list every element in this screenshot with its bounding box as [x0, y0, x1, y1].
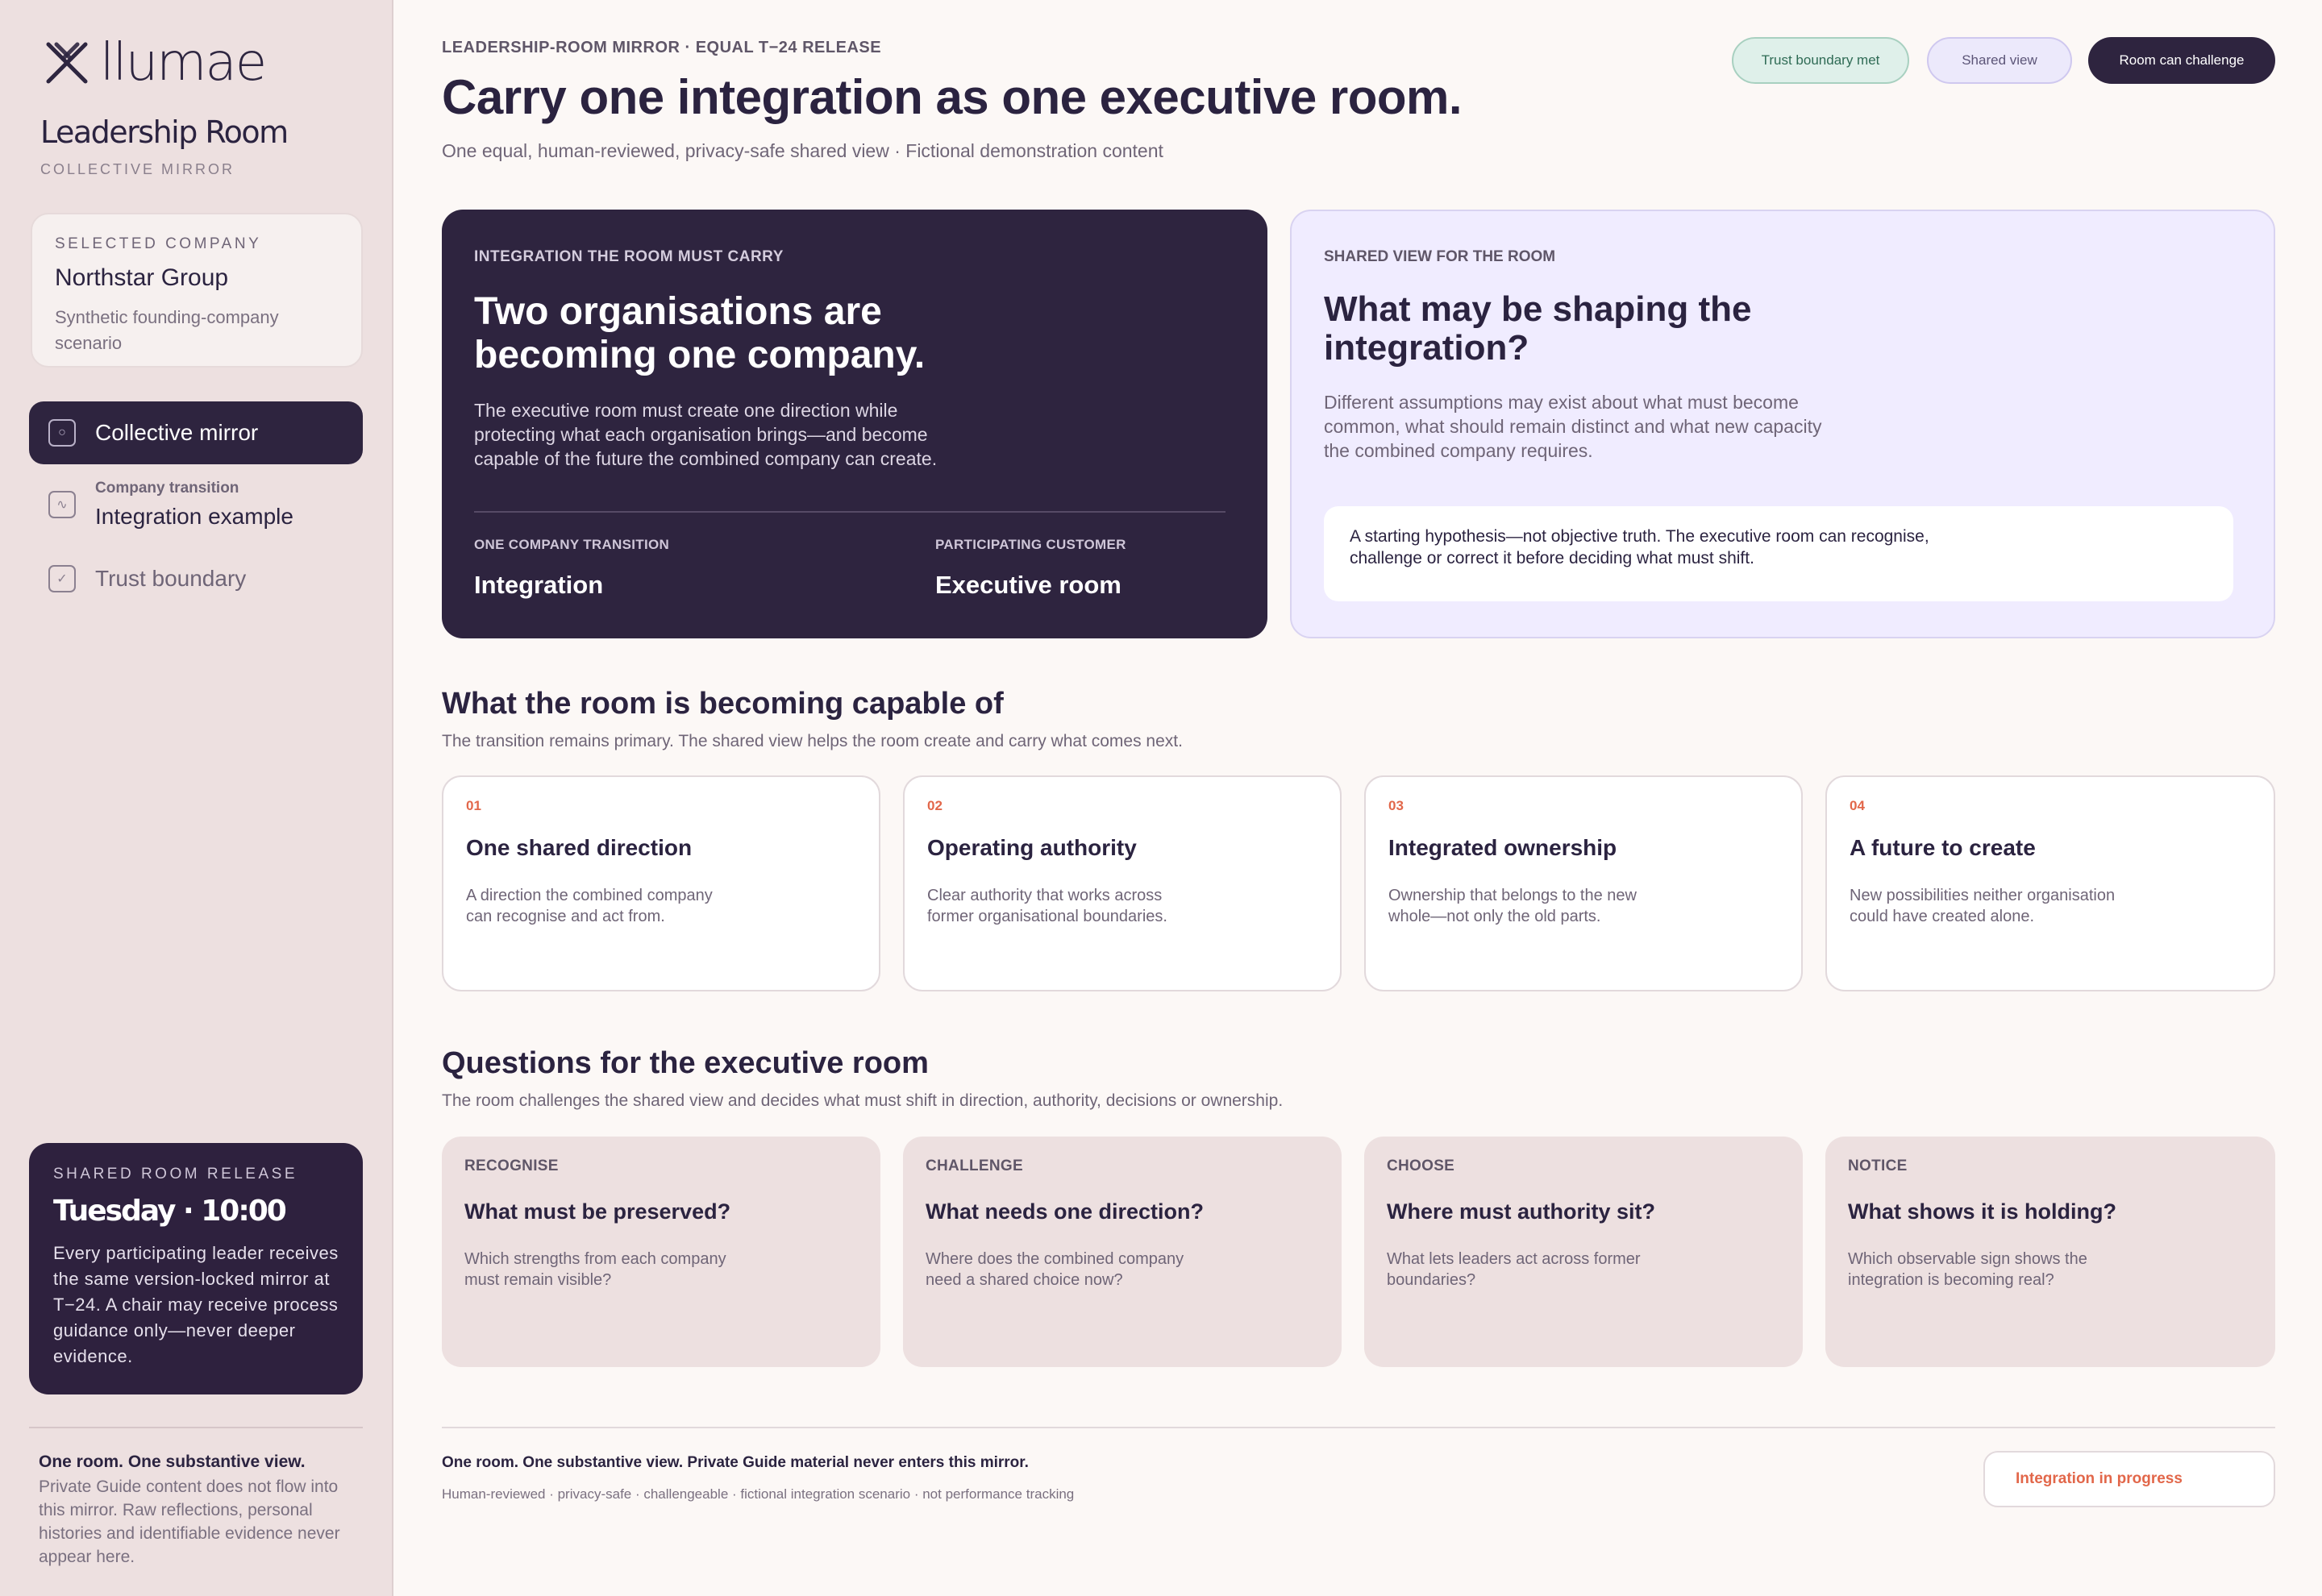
release-card: SHARED ROOM RELEASE Tuesday · 10:00 Ever…	[29, 1143, 363, 1394]
hypothesis-note: A starting hypothesis—not objective trut…	[1324, 506, 2233, 601]
company-kicker: SELECTED COMPANY	[55, 235, 262, 252]
capability-title: Integrated ownership	[1388, 835, 1617, 860]
room-subtitle: COLLECTIVE MIRROR	[40, 161, 235, 177]
wave-icon: ∿	[48, 491, 76, 518]
logo-wordmark: llumae	[100, 33, 267, 93]
capability-description: Clear authority that works across former…	[927, 887, 1167, 925]
customer-value: Executive room	[935, 571, 1121, 599]
shared-view-title: What may be shaping the integration?	[1324, 289, 1752, 368]
capability-card[interactable]: 02 Operating authority Clear authority t…	[903, 775, 1342, 991]
questions-title: Questions for the executive room	[442, 1046, 929, 1080]
footer-title: One room. One substantive view. Private …	[442, 1454, 1029, 1471]
capability-description: Ownership that belongs to the new whole—…	[1388, 887, 1637, 925]
release-kicker: SHARED ROOM RELEASE	[53, 1166, 298, 1182]
capabilities-title: What the room is becoming capable of	[442, 687, 1004, 721]
nav-item-trust-boundary[interactable]: ✓ Trust boundary	[29, 553, 363, 605]
capability-card[interactable]: 03 Integrated ownership Ownership that b…	[1364, 775, 1803, 991]
question-description: Which observable sign shows the integrat…	[1848, 1250, 2087, 1289]
shared-view-body: Different assumptions may exist about wh…	[1324, 392, 1822, 461]
selected-company-card[interactable]: SELECTED COMPANY Northstar Group Synthet…	[31, 213, 363, 368]
release-time: Tuesday · 10:00	[53, 1195, 287, 1228]
nav-label: Trust boundary	[95, 566, 247, 591]
hypothesis-text: A starting hypothesis—not objective trut…	[1350, 527, 1929, 567]
capability-title: Operating authority	[927, 835, 1137, 860]
customer-label: PARTICIPATING CUSTOMER	[935, 537, 1126, 552]
release-body: Every participating leader receives the …	[53, 1243, 339, 1366]
logo-mark-icon	[46, 42, 88, 84]
question-title: What shows it is holding?	[1848, 1199, 2116, 1224]
sidebar-divider	[29, 1427, 363, 1428]
integration-kicker: INTEGRATION THE ROOM MUST CARRY	[474, 248, 784, 265]
trust-boundary-badge[interactable]: Trust boundary met	[1732, 37, 1909, 84]
customer-column: PARTICIPATING CUSTOMER Executive room	[935, 537, 1126, 600]
page-eyebrow: LEADERSHIP-ROOM MIRROR · EQUAL T−24 RELE…	[442, 39, 882, 56]
capability-number: 04	[1850, 798, 1865, 813]
capability-description: New possibilities neither organisation c…	[1850, 887, 2116, 925]
questions-subtitle: The room challenges the shared view and …	[442, 1091, 1284, 1110]
question-card[interactable]: CHOOSE Where must authority sit? What le…	[1364, 1137, 1803, 1367]
room-can-challenge-button[interactable]: Room can challenge	[2088, 37, 2275, 84]
brand-logo[interactable]: llumae	[44, 33, 267, 93]
transition-label: ONE COMPANY TRANSITION	[474, 537, 670, 552]
footer-divider	[442, 1427, 2275, 1428]
capability-card[interactable]: 01 One shared direction A direction the …	[442, 775, 880, 991]
nav-label: Integration example	[95, 504, 293, 529]
capability-title: A future to create	[1850, 835, 2036, 860]
sidebar-footer-title: One room. One substantive view.	[39, 1453, 306, 1471]
question-title: What must be preserved?	[464, 1199, 731, 1224]
capability-description: A direction the combined company can rec…	[466, 887, 713, 925]
circle-icon: ○	[48, 419, 76, 447]
transition-value: Integration	[474, 571, 604, 599]
page-title: Carry one integration as one executive r…	[442, 70, 1463, 124]
question-kicker: CHOOSE	[1387, 1158, 1455, 1174]
question-card[interactable]: CHALLENGE What needs one direction? Wher…	[903, 1137, 1342, 1367]
capability-number: 01	[466, 798, 481, 813]
question-description: Which strengths from each company must r…	[464, 1250, 726, 1289]
nav-sublabel: Company transition	[95, 480, 239, 497]
check-icon: ✓	[48, 565, 76, 592]
shared-view-badge[interactable]: Shared view	[1927, 37, 2072, 84]
sidebar: llumae Leadership Room COLLECTIVE MIRROR…	[0, 0, 393, 1596]
room-title: Leadership Room	[40, 114, 289, 150]
capability-number: 02	[927, 798, 943, 813]
shared-view-kicker: SHARED VIEW FOR THE ROOM	[1324, 248, 1556, 265]
question-card[interactable]: NOTICE What shows it is holding? Which o…	[1825, 1137, 2275, 1367]
question-kicker: NOTICE	[1848, 1158, 1908, 1174]
integration-body: The executive room must create one direc…	[474, 400, 938, 469]
nav-label: Collective mirror	[95, 420, 259, 445]
capabilities-subtitle: The transition remains primary. The shar…	[442, 732, 1183, 750]
integration-title: Two organisations are becoming one compa…	[474, 290, 926, 376]
company-name: Northstar Group	[55, 264, 229, 291]
integration-divider	[474, 511, 1226, 513]
question-kicker: CHALLENGE	[926, 1158, 1023, 1174]
company-description: Synthetic founding-company scenario	[55, 307, 279, 353]
question-title: What needs one direction?	[926, 1199, 1205, 1224]
nav-item-collective-mirror[interactable]: ○ Collective mirror	[29, 401, 363, 464]
footer-tags: Human-reviewed · privacy-safe · challeng…	[442, 1486, 1075, 1502]
sidebar-footer-body: Private Guide content does not flow into…	[39, 1478, 340, 1566]
capability-card[interactable]: 04 A future to create New possibilities …	[1825, 775, 2275, 991]
nav-item-integration-example[interactable]: ∿ Company transition Integration example	[29, 472, 363, 537]
shared-view-card: SHARED VIEW FOR THE ROOM What may be sha…	[1290, 210, 2275, 638]
integration-status-badge[interactable]: Integration in progress	[1983, 1451, 2275, 1507]
question-kicker: RECOGNISE	[464, 1158, 559, 1174]
capability-number: 03	[1388, 798, 1404, 813]
question-title: Where must authority sit?	[1387, 1199, 1656, 1224]
integration-card: INTEGRATION THE ROOM MUST CARRY Two orga…	[442, 210, 1267, 638]
question-card[interactable]: RECOGNISE What must be preserved? Which …	[442, 1137, 880, 1367]
transition-column: ONE COMPANY TRANSITION Integration	[474, 537, 669, 600]
page-subtitle: One equal, human-reviewed, privacy-safe …	[442, 140, 1163, 161]
question-description: Where does the combined company need a s…	[926, 1250, 1184, 1289]
capability-title: One shared direction	[466, 835, 693, 860]
question-description: What lets leaders act across former boun…	[1387, 1250, 1641, 1289]
